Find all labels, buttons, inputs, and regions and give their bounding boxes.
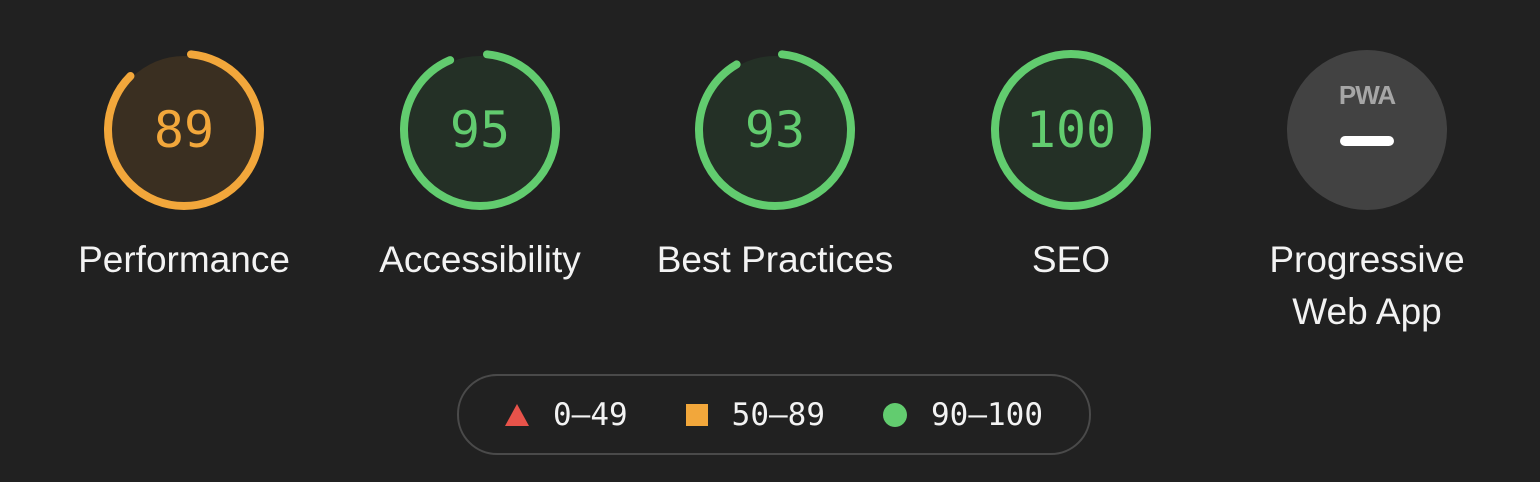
score-value: 93	[745, 101, 805, 159]
score-value: 95	[450, 101, 510, 159]
gauge-best-practices[interactable]: 93 Best Practices	[655, 48, 895, 286]
legend-range: 0–49	[553, 396, 628, 433]
score-value: 100	[1026, 101, 1116, 159]
gauge-seo[interactable]: 100 SEO	[951, 48, 1191, 286]
square-icon	[685, 403, 708, 426]
score-scale-legend: 0–49 50–89 90–100	[457, 374, 1091, 455]
gauge-label-performance: Performance	[78, 239, 290, 280]
gauge-ring: 93	[695, 50, 855, 210]
gauge-label-accessibility: Accessibility	[379, 239, 581, 280]
pwa-badge: PWA	[1287, 50, 1447, 210]
legend-item-pass: 90–100	[883, 397, 1043, 433]
score-value: 89	[154, 101, 214, 159]
legend-item-fail: 0–49	[505, 397, 628, 433]
pwa-logo: PWA	[1339, 80, 1396, 110]
circle-icon	[883, 402, 907, 427]
gauge-accessibility[interactable]: 95 Accessibility	[360, 48, 600, 286]
gauge-ring: 95	[400, 50, 560, 210]
gauge-ring: 100	[991, 50, 1151, 210]
triangle-icon	[505, 403, 530, 426]
legend-range: 90–100	[931, 396, 1043, 433]
pwa-dash-icon	[1340, 136, 1394, 146]
legend-range: 50–89	[731, 396, 825, 433]
gauge-label-best-practices: Best Practices	[656, 239, 894, 280]
legend-item-average: 50–89	[685, 396, 825, 433]
gauge-label-seo: SEO	[1031, 239, 1111, 280]
gauge-label-pwa: Progressive Web App	[1269, 239, 1465, 332]
gauge-ring: 89	[104, 50, 264, 210]
gauge-pwa[interactable]: PWA Progressive Web App	[1247, 48, 1487, 338]
gauge-performance[interactable]: 89 Performance	[64, 48, 304, 286]
